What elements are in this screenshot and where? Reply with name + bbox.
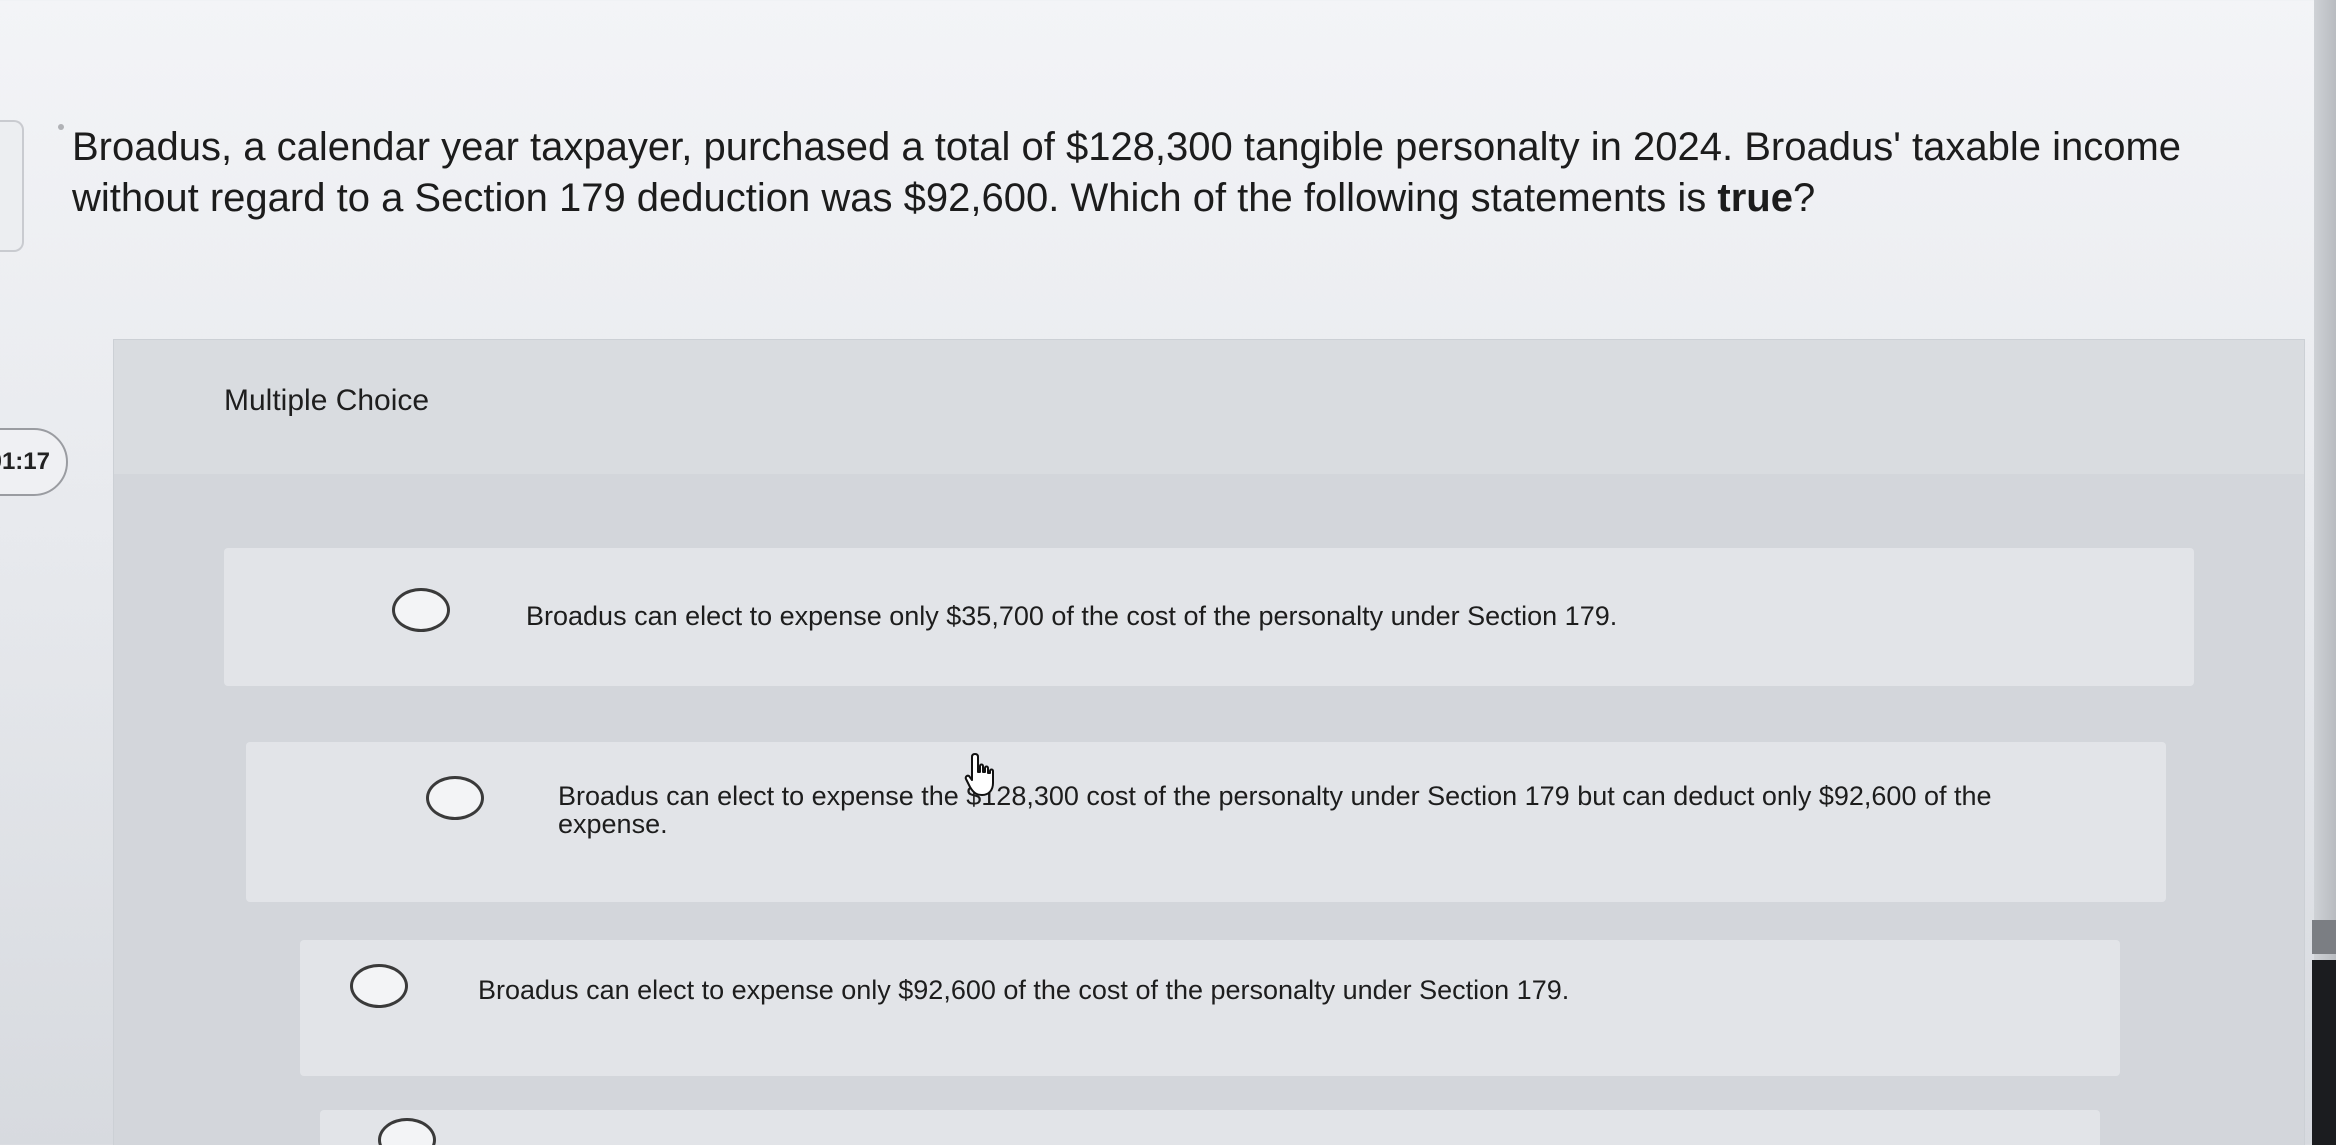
question-text-end: ? bbox=[1793, 176, 1816, 220]
question-text-main: Broadus, a calendar year taxpayer, purch… bbox=[72, 125, 2182, 220]
hand-pointer-icon bbox=[964, 753, 994, 796]
choice-option-3[interactable]: Broadus can elect to expense only $92,60… bbox=[300, 940, 2120, 1076]
choice-option-1[interactable]: Broadus can elect to expense only $35,70… bbox=[224, 548, 2194, 686]
radio-circle-icon[interactable] bbox=[350, 964, 408, 1008]
screen-bezel bbox=[2312, 960, 2336, 1145]
panel-header: Multiple Choice bbox=[114, 340, 2304, 474]
radio-circle-icon[interactable] bbox=[392, 588, 450, 632]
side-panel-tab[interactable] bbox=[0, 120, 24, 252]
choice-option-1-label: Broadus can elect to expense only $35,70… bbox=[526, 601, 1618, 631]
question-marker bbox=[58, 124, 64, 130]
choice-option-2-label: Broadus can elect to expense the $128,30… bbox=[558, 781, 1992, 839]
timer-text: 01:17 bbox=[0, 448, 50, 475]
radio-circle-icon[interactable] bbox=[426, 776, 484, 820]
question-emphasis: true bbox=[1717, 176, 1793, 220]
scrollbar-thumb[interactable] bbox=[2312, 920, 2336, 954]
choice-option-2[interactable]: Broadus can elect to expense the $128,30… bbox=[246, 742, 2166, 902]
choice-option-4[interactable] bbox=[320, 1110, 2100, 1145]
choice-option-3-label: Broadus can elect to expense only $92,60… bbox=[478, 975, 1570, 1005]
timer-badge[interactable]: 01:17 bbox=[0, 428, 68, 496]
multiple-choice-panel: Multiple Choice Broadus can elect to exp… bbox=[114, 340, 2304, 1145]
multiple-choice-label: Multiple Choice bbox=[224, 384, 430, 417]
question-text: Broadus, a calendar year taxpayer, purch… bbox=[72, 122, 2312, 224]
